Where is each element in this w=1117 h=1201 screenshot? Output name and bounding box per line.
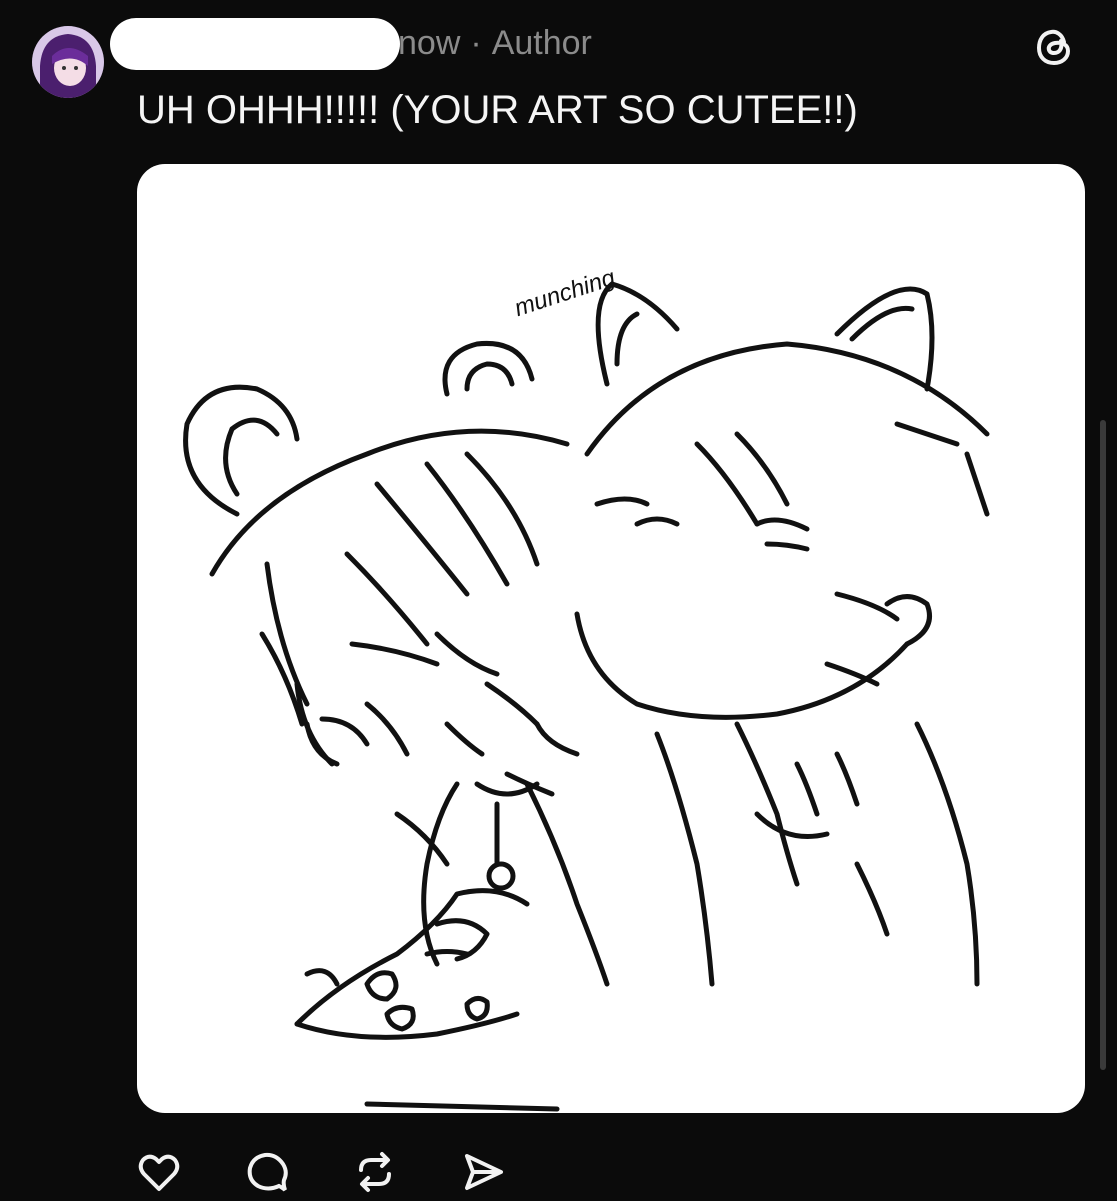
avatar[interactable]	[32, 26, 104, 98]
username-redacted	[110, 18, 400, 70]
post-text: UH OHHH!!!!! (YOUR ART SO CUTEE!!)	[137, 88, 858, 132]
scrollbar[interactable]	[1100, 420, 1106, 1070]
repost-icon[interactable]	[351, 1148, 399, 1196]
author-badge: Author	[491, 24, 592, 62]
threads-logo-icon[interactable]	[1030, 22, 1080, 72]
avatar-image	[32, 26, 104, 98]
artwork-illustration: munching	[183, 264, 990, 1112]
meta-separator: ·	[470, 24, 482, 62]
post-image[interactable]: munching	[137, 164, 1085, 1113]
heart-icon[interactable]	[135, 1148, 183, 1196]
share-icon[interactable]	[459, 1148, 507, 1196]
post-timestamp: now	[398, 24, 461, 62]
post-meta: now · Author	[398, 24, 592, 63]
comment-icon[interactable]	[243, 1148, 291, 1196]
